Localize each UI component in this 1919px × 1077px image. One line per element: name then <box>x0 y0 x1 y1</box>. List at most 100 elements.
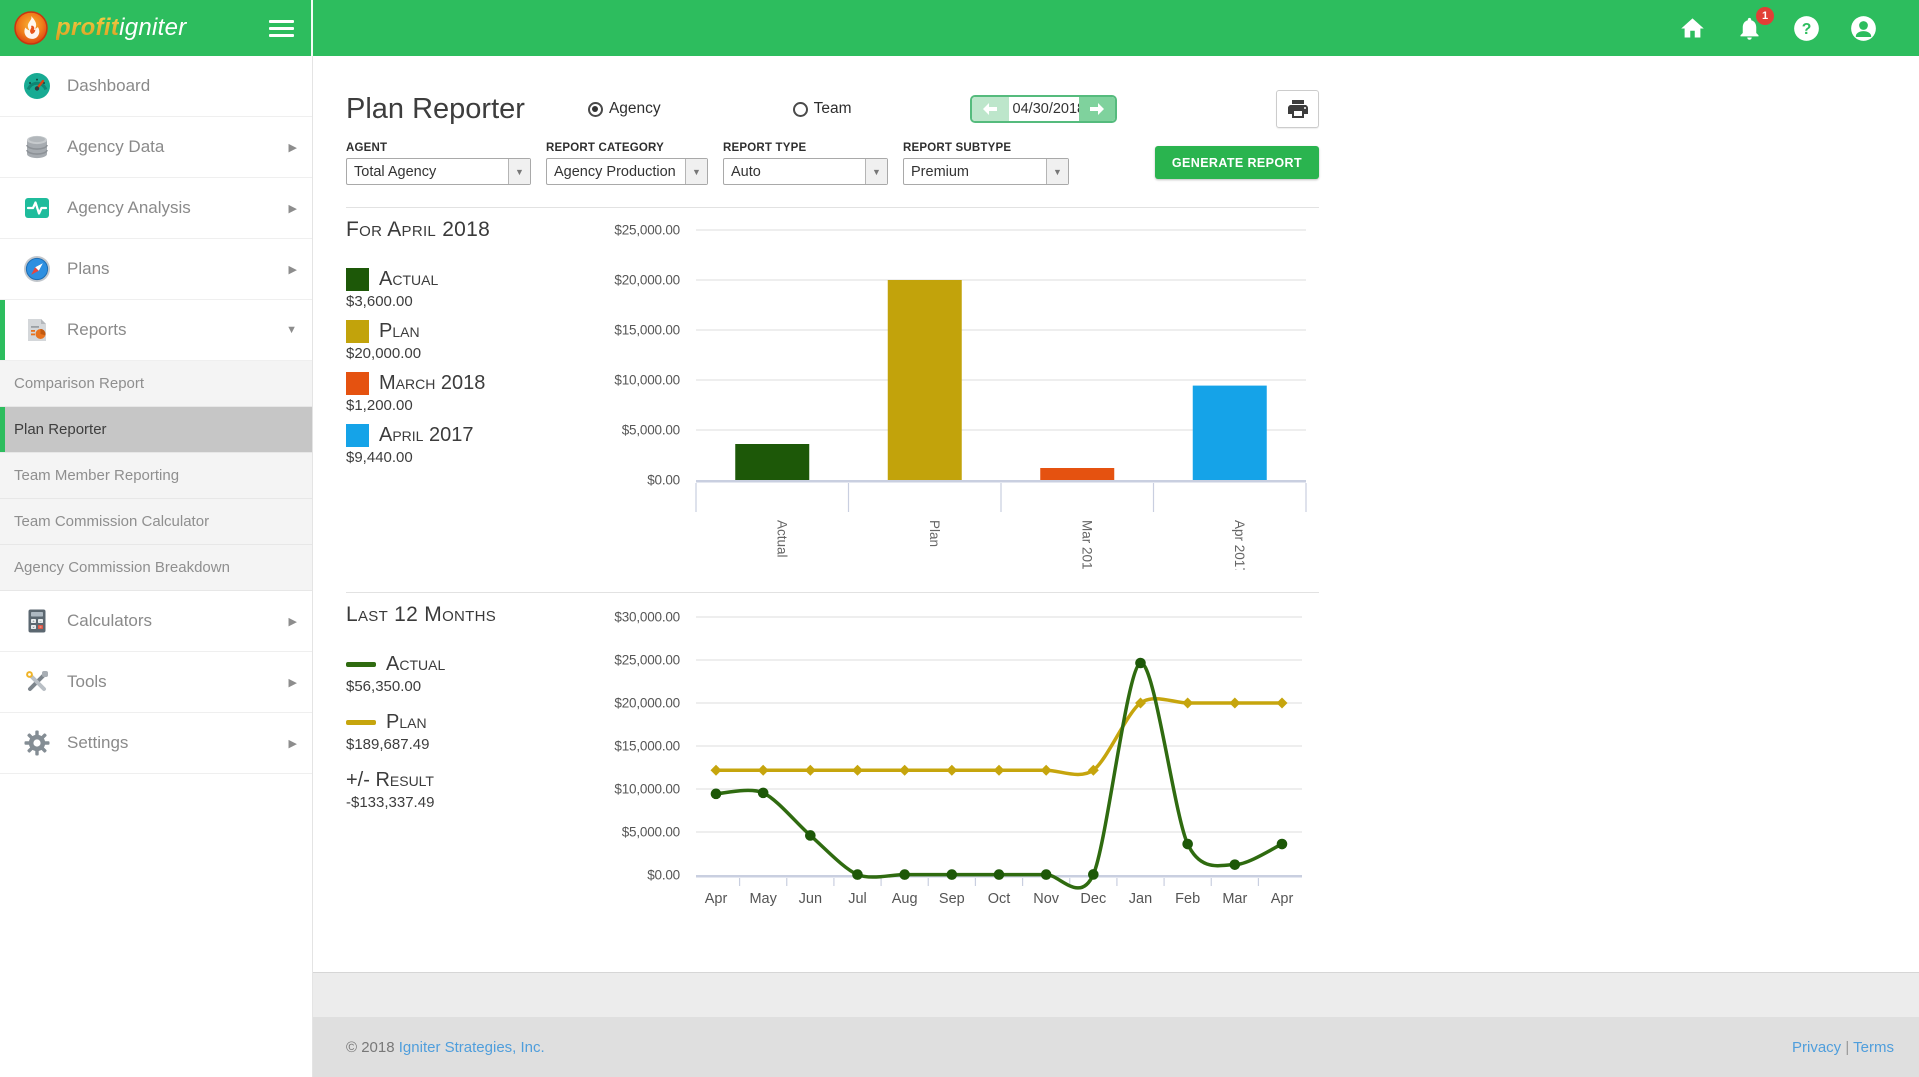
topbar-actions: 1 ? <box>313 0 1919 56</box>
subnav-item-label: Comparison Report <box>14 375 144 392</box>
account-icon[interactable] <box>1850 15 1877 42</box>
legend-entry-april-2017: April 2017 $9,440.00 <box>346 424 564 466</box>
arrow-left-icon <box>982 102 998 116</box>
report-category-label: REPORT CATEGORY <box>546 142 708 154</box>
radio-agency[interactable]: Agency <box>588 100 661 118</box>
sidebar-item-plans[interactable]: Plans ▶ <box>0 239 312 300</box>
sidebar-item-comparison-report[interactable]: Comparison Report <box>0 361 312 407</box>
terms-link[interactable]: Terms <box>1853 1039 1894 1056</box>
sidebar-item-label: Agency Analysis <box>67 198 191 218</box>
report-category-select[interactable]: Agency Production <box>546 158 708 185</box>
sidebar-item-reports[interactable]: Reports ▼ <box>0 300 312 361</box>
page-title: Plan Reporter <box>346 93 525 126</box>
date-picker <box>970 95 1117 123</box>
footer: © 2018 Igniter Strategies, Inc. Privacy … <box>313 1017 1919 1077</box>
database-icon <box>22 132 52 162</box>
subnav-item-label: Plan Reporter <box>14 421 107 438</box>
compass-icon <box>22 254 52 284</box>
bar-chart-section: For April 2018 Actual $3,600.00 Plan <box>346 207 1319 570</box>
legend-entry-actual: Actual $3,600.00 <box>346 268 564 310</box>
topbar-logo-area: profitigniter <box>0 0 313 56</box>
chevron-right-icon: ▶ <box>289 676 297 689</box>
actual-value: $3,600.00 <box>346 293 564 310</box>
march-2018-value: $1,200.00 <box>346 397 564 414</box>
report-type-select[interactable]: Auto <box>723 158 888 185</box>
logo-igniter: igniter <box>119 14 186 41</box>
date-prev-button[interactable] <box>972 97 1009 121</box>
april-2017-value: $9,440.00 <box>346 449 564 466</box>
gauge-icon <box>22 71 52 101</box>
svg-text:Apr 2017: Apr 2017 <box>1232 520 1247 570</box>
sidebar-item-tools[interactable]: Tools ▶ <box>0 652 312 713</box>
sidebar-item-label: Tools <box>67 672 107 692</box>
agent-select[interactable]: Total Agency <box>346 158 531 185</box>
svg-text:$5,000.00: $5,000.00 <box>622 423 680 438</box>
sidebar-item-dashboard[interactable]: Dashboard <box>0 56 312 117</box>
page-header: Plan Reporter Agency Team <box>346 56 1319 132</box>
svg-text:$25,000.00: $25,000.00 <box>614 653 680 668</box>
sidebar-item-label: Dashboard <box>67 76 150 96</box>
gear-icon <box>22 728 52 758</box>
home-icon[interactable] <box>1679 15 1706 42</box>
svg-text:May: May <box>749 891 777 907</box>
sidebar-item-agency-analysis[interactable]: Agency Analysis ▶ <box>0 178 312 239</box>
privacy-link[interactable]: Privacy <box>1792 1039 1841 1056</box>
pulse-icon <box>22 193 52 223</box>
chevron-right-icon: ▶ <box>289 263 297 276</box>
notifications-bell-icon[interactable]: 1 <box>1736 15 1763 42</box>
svg-text:$0.00: $0.00 <box>647 868 680 883</box>
subnav-item-label: Agency Commission Breakdown <box>14 559 230 576</box>
generate-report-button[interactable]: GENERATE REPORT <box>1155 146 1319 179</box>
radio-team-circle[interactable] <box>793 102 808 117</box>
sidebar-item-label: Agency Data <box>67 137 164 157</box>
logo-wordmark[interactable]: profitigniter <box>56 14 187 42</box>
subnav-item-label: Team Member Reporting <box>14 467 179 484</box>
main-area: Plan Reporter Agency Team <box>313 56 1919 972</box>
sidebar-item-agency-data[interactable]: Agency Data ▶ <box>0 117 312 178</box>
bar-chart-title: For April 2018 <box>346 218 564 242</box>
radio-agency-label: Agency <box>609 100 661 118</box>
svg-text:Mar 2018: Mar 2018 <box>1079 520 1094 570</box>
svg-text:Sep: Sep <box>939 891 965 907</box>
chevron-right-icon: ▶ <box>289 615 297 628</box>
pre-footer-band <box>313 972 1919 1017</box>
plan-total-value: $189,687.49 <box>346 736 564 753</box>
svg-text:Nov: Nov <box>1033 891 1060 907</box>
report-subtype-select[interactable]: Premium <box>903 158 1069 185</box>
bar-chart-legend: For April 2018 Actual $3,600.00 Plan <box>346 218 564 570</box>
radio-team[interactable]: Team <box>793 100 852 118</box>
result-value: -$133,337.49 <box>346 794 564 811</box>
sidebar-item-agency-commission-breakdown[interactable]: Agency Commission Breakdown <box>0 545 312 591</box>
sidebar-item-label: Plans <box>67 259 110 279</box>
filter-report-subtype: REPORT SUBTYPE Premium ▼ <box>903 142 1069 185</box>
svg-text:$10,000.00: $10,000.00 <box>614 782 680 797</box>
plan-value: $20,000.00 <box>346 345 564 362</box>
svg-text:$15,000.00: $15,000.00 <box>614 739 680 754</box>
svg-text:$25,000.00: $25,000.00 <box>614 223 680 238</box>
svg-text:Jan: Jan <box>1129 891 1152 907</box>
svg-text:Apr: Apr <box>1271 891 1294 907</box>
help-icon[interactable]: ? <box>1793 15 1820 42</box>
plan-line-swatch <box>346 720 376 725</box>
filter-row: AGENT Total Agency ▼ REPORT CATEGORY Age… <box>346 142 1319 185</box>
date-input[interactable] <box>1009 97 1079 121</box>
svg-text:Apr: Apr <box>705 891 728 907</box>
radio-agency-circle[interactable] <box>588 102 603 117</box>
svg-text:$20,000.00: $20,000.00 <box>614 696 680 711</box>
top-bar: profitigniter 1 ? <box>0 0 1919 56</box>
sidebar-item-team-member-reporting[interactable]: Team Member Reporting <box>0 453 312 499</box>
logo-profit: profit <box>56 14 119 41</box>
company-link[interactable]: Igniter Strategies, Inc. <box>399 1039 545 1056</box>
sidebar-item-plan-reporter[interactable]: Plan Reporter <box>0 407 312 453</box>
sidebar: Dashboard Agency Data ▶ Agency Analysis … <box>0 56 313 1077</box>
sidebar-item-settings[interactable]: Settings ▶ <box>0 713 312 774</box>
svg-text:Jul: Jul <box>848 891 867 907</box>
svg-text:Oct: Oct <box>988 891 1011 907</box>
sidebar-item-calculators[interactable]: +−×= Calculators ▶ <box>0 591 312 652</box>
date-next-button[interactable] <box>1079 97 1115 121</box>
print-button[interactable] <box>1276 90 1319 128</box>
sidebar-item-team-commission-calculator[interactable]: Team Commission Calculator <box>0 499 312 545</box>
april-2017-swatch <box>346 424 369 447</box>
hamburger-menu-icon[interactable] <box>269 16 294 41</box>
svg-text:$20,000.00: $20,000.00 <box>614 273 680 288</box>
